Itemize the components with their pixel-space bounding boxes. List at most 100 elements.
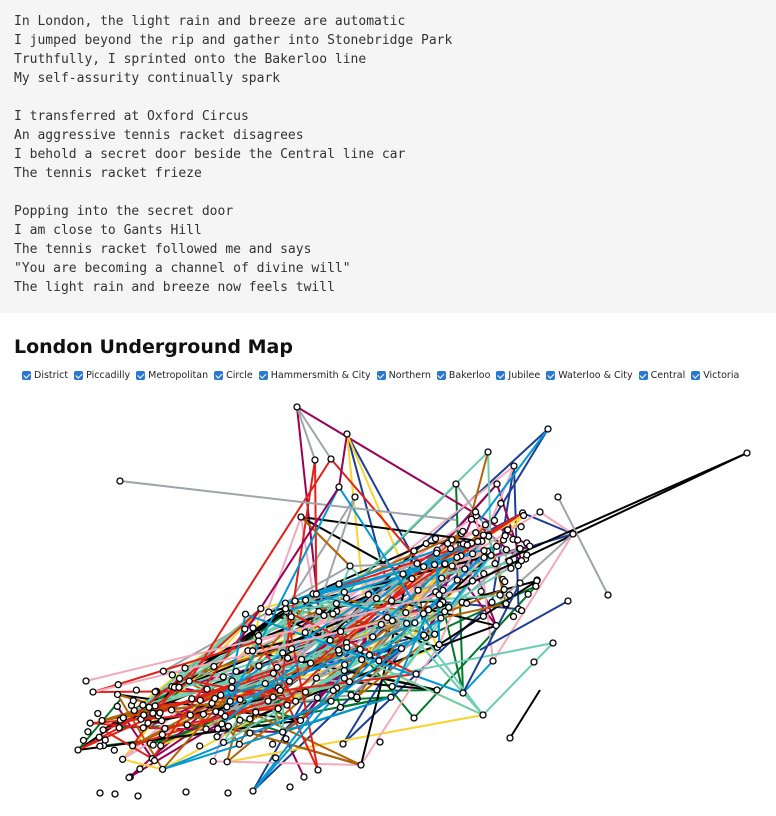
station-marker[interactable] [168,671,176,679]
station-marker[interactable] [346,562,354,570]
station-marker[interactable] [217,691,225,699]
station-marker[interactable] [342,594,351,602]
station-marker[interactable] [419,563,428,571]
station-marker[interactable] [410,547,418,555]
station-marker[interactable] [339,740,347,748]
filter-jubilee[interactable]: Jubilee [496,370,540,381]
station-marker[interactable] [224,722,232,730]
station-marker[interactable] [203,685,211,693]
station-marker[interactable] [502,546,511,554]
station-marker[interactable] [490,516,499,525]
station-marker[interactable] [255,662,263,670]
station-marker[interactable] [311,456,319,464]
station-marker[interactable] [254,637,263,645]
checkbox-icon[interactable] [214,371,224,380]
station-marker[interactable] [347,691,355,699]
station-marker[interactable] [219,738,228,747]
station-marker[interactable] [306,659,315,667]
station-marker[interactable] [340,674,348,682]
station-marker[interactable] [241,610,250,618]
checkbox-icon[interactable] [546,371,556,380]
station-marker[interactable] [500,585,508,594]
station-marker[interactable] [365,651,374,659]
station-marker[interactable] [313,694,322,702]
station-marker[interactable] [241,625,249,633]
station-marker[interactable] [161,724,169,733]
station-marker[interactable] [314,766,322,774]
station-marker[interactable] [271,754,280,762]
station-marker[interactable] [477,587,485,596]
station-marker[interactable] [604,591,612,599]
station-marker[interactable] [291,697,300,705]
station-marker[interactable] [114,681,122,689]
station-marker[interactable] [111,790,119,798]
filter-hammersmith-city[interactable]: Hammersmith & City [258,370,371,381]
station-marker[interactable] [497,499,505,508]
checkbox-icon[interactable] [496,371,506,380]
station-marker[interactable] [151,688,159,696]
station-marker[interactable] [248,647,257,655]
station-marker[interactable] [228,684,236,692]
station-marker[interactable] [445,603,453,612]
station-marker[interactable] [468,550,477,558]
station-marker[interactable] [516,544,524,553]
station-marker[interactable] [213,733,221,741]
station-marker[interactable] [480,553,488,562]
station-marker[interactable] [351,493,359,501]
station-marker[interactable] [488,598,496,606]
station-marker[interactable] [287,613,295,621]
station-marker[interactable] [232,667,240,676]
station-marker[interactable] [136,765,144,773]
station-marker[interactable] [463,541,471,549]
station-marker[interactable] [301,688,310,696]
station-marker[interactable] [448,562,456,570]
station-marker[interactable] [281,599,290,607]
station-marker[interactable] [448,536,456,544]
station-marker[interactable] [293,403,301,411]
station-marker[interactable] [95,733,103,741]
station-marker[interactable] [257,604,265,613]
station-marker[interactable] [128,742,137,750]
station-marker[interactable] [431,535,440,543]
station-marker[interactable] [496,591,504,599]
station-marker[interactable] [283,701,291,709]
station-marker[interactable] [246,715,254,723]
station-marker[interactable] [297,655,306,664]
station-marker[interactable] [501,532,509,540]
station-marker[interactable] [327,455,335,463]
station-marker[interactable] [493,480,501,488]
filter-district[interactable]: District [22,370,68,381]
station-marker[interactable] [223,703,231,711]
station-marker[interactable] [132,686,141,694]
station-marker[interactable] [514,562,522,570]
station-marker[interactable] [101,736,109,744]
station-marker[interactable] [411,619,419,627]
station-marker[interactable] [264,697,272,705]
station-marker[interactable] [402,609,410,617]
station-marker[interactable] [435,640,443,649]
station-marker[interactable] [186,711,194,719]
station-marker[interactable] [156,709,164,717]
station-marker[interactable] [284,654,292,662]
filter-northern[interactable]: Northern [376,370,431,381]
station-marker[interactable] [514,536,522,544]
station-marker[interactable] [279,728,287,736]
station-marker[interactable] [273,663,281,672]
station-marker[interactable] [388,682,396,691]
checkbox-icon[interactable] [74,371,84,380]
station-marker[interactable] [236,716,244,724]
station-marker[interactable] [261,679,269,688]
station-marker[interactable] [185,677,193,685]
station-marker[interactable] [265,608,273,616]
station-marker[interactable] [372,594,381,603]
station-marker[interactable] [437,614,445,622]
station-marker[interactable] [743,449,751,457]
filter-metropolitan[interactable]: Metropolitan [136,370,208,381]
station-marker[interactable] [422,539,430,548]
station-marker[interactable] [519,511,528,520]
station-marker[interactable] [341,661,349,669]
station-marker[interactable] [196,696,204,704]
station-marker[interactable] [113,702,121,711]
station-marker[interactable] [228,677,236,685]
checkbox-icon[interactable] [691,371,701,380]
